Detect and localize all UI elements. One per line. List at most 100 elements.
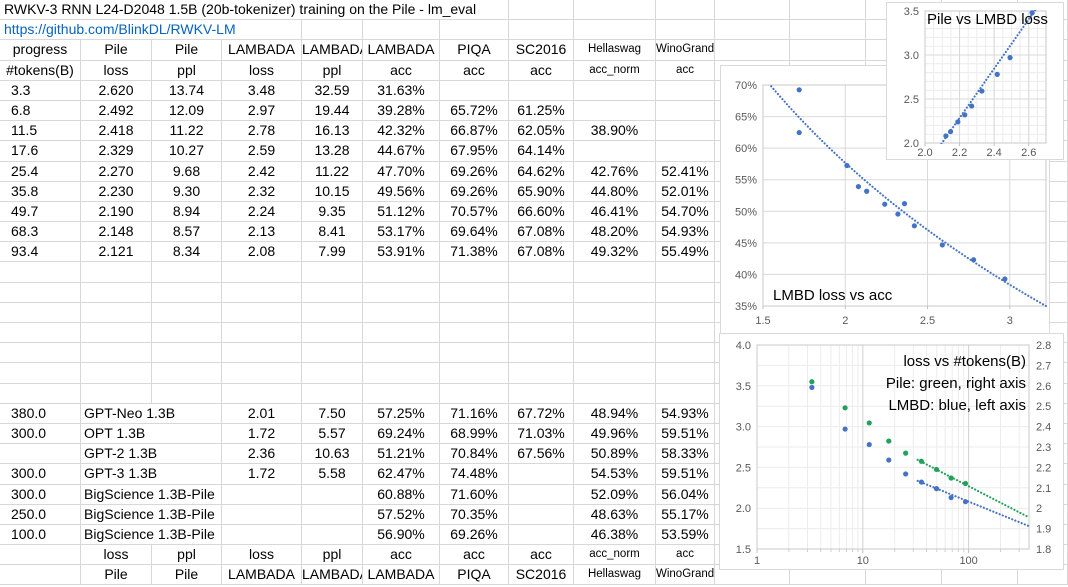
cell-metric[interactable]: 54.53% [574,464,656,484]
cell[interactable] [0,323,81,343]
cell-metric[interactable]: 9.35 [302,202,363,222]
column-footer[interactable]: Pile [81,565,152,585]
cell[interactable] [302,363,363,383]
cell-metric[interactable]: 42.32% [363,121,440,141]
cell-model-name[interactable]: GPT-Neo 1.3B [81,404,222,424]
column-footer[interactable]: loss [81,545,152,565]
cell[interactable] [81,303,152,323]
cell-metric[interactable]: 69.24% [363,424,440,444]
column-footer[interactable] [0,565,81,585]
cell-metric[interactable]: 11.22 [302,162,363,182]
column-footer[interactable]: SC2016 [509,565,574,585]
github-link[interactable]: https://github.com/BlinkDL/RWKV-LM [0,20,302,40]
cell[interactable] [656,303,715,323]
cell-metric[interactable]: 46.41% [574,202,656,222]
cell[interactable] [509,0,574,20]
cell[interactable] [363,343,440,363]
cell-metric[interactable]: 69.26% [440,182,509,202]
cell-metric[interactable]: 69.26% [440,525,509,545]
cell[interactable] [574,262,656,282]
cell-metric[interactable]: 2.01 [222,404,302,424]
cell[interactable] [509,283,574,303]
cell-metric[interactable]: 67.08% [509,242,574,262]
cell-metric[interactable] [440,81,509,101]
cell-metric[interactable]: 3.48 [222,81,302,101]
column-footer[interactable]: acc [363,545,440,565]
cell-progress[interactable]: 49.7 [0,202,81,222]
cell-metric[interactable]: 7.50 [302,404,363,424]
cell-metric[interactable] [656,121,715,141]
cell[interactable] [302,283,363,303]
cell[interactable] [0,303,81,323]
cell[interactable] [363,283,440,303]
column-footer[interactable] [0,545,81,565]
cell[interactable] [440,303,509,323]
cell[interactable] [302,303,363,323]
column-header[interactable]: acc [440,61,509,81]
cell-metric[interactable]: 71.60% [440,485,509,505]
cell-metric[interactable] [509,525,574,545]
column-footer[interactable]: LAMBADA [302,565,363,585]
cell-metric[interactable]: 2.230 [81,182,152,202]
cell-metric[interactable]: 9.68 [152,162,222,182]
cell-metric[interactable]: 57.25% [363,404,440,424]
cell[interactable] [0,363,81,383]
cell-metric[interactable]: 51.12% [363,202,440,222]
cell-metric[interactable]: 71.16% [440,404,509,424]
cell-metric[interactable]: 12.09 [152,101,222,121]
cell[interactable] [574,384,656,404]
cell[interactable] [302,323,363,343]
cell-metric[interactable]: 2.59 [222,141,302,161]
cell[interactable] [81,384,152,404]
cell-metric[interactable]: 8.94 [152,202,222,222]
cell[interactable] [440,20,509,40]
cell-metric[interactable] [222,505,302,525]
cell-progress[interactable]: 93.4 [0,242,81,262]
cell-metric[interactable]: 11.22 [152,121,222,141]
cell-metric[interactable] [302,485,363,505]
cell-metric[interactable]: 62.47% [363,464,440,484]
cell-metric[interactable] [574,101,656,121]
cell-metric[interactable]: 2.13 [222,222,302,242]
cell-metric[interactable]: 70.84% [440,444,509,464]
cell-metric[interactable]: 39.28% [363,101,440,121]
column-header[interactable]: #tokens(B) [0,61,81,81]
cell[interactable] [363,363,440,383]
cell[interactable] [152,384,222,404]
cell-metric[interactable]: 53.59% [656,525,715,545]
column-footer[interactable]: acc [440,545,509,565]
cell-metric[interactable]: 62.05% [509,121,574,141]
cell-metric[interactable]: 49.32% [574,242,656,262]
cell-metric[interactable]: 2.270 [81,162,152,182]
cell-metric[interactable]: 19.44 [302,101,363,121]
cell-metric[interactable]: 69.64% [440,222,509,242]
cell-metric[interactable]: 59.51% [656,464,715,484]
cell[interactable] [0,283,81,303]
cell-metric[interactable]: 8.34 [152,242,222,262]
cell-metric[interactable]: 55.49% [656,242,715,262]
cell-model-name[interactable]: OPT 1.3B [81,424,222,444]
cell[interactable] [440,262,509,282]
cell-progress[interactable] [0,444,81,464]
cell[interactable] [440,343,509,363]
cell-metric[interactable] [222,525,302,545]
cell[interactable] [440,323,509,343]
cell-metric[interactable]: 56.90% [363,525,440,545]
column-footer[interactable]: WinoGrande [656,565,715,585]
cell-metric[interactable]: 49.96% [574,424,656,444]
cell[interactable] [81,343,152,363]
cell[interactable] [656,343,715,363]
cell-metric[interactable]: 5.57 [302,424,363,444]
cell[interactable] [509,323,574,343]
cell[interactable] [656,384,715,404]
cell-metric[interactable]: 5.58 [302,464,363,484]
cell-metric[interactable]: 9.30 [152,182,222,202]
cell[interactable] [509,303,574,323]
cell[interactable] [222,262,302,282]
cell-metric[interactable]: 71.38% [440,242,509,262]
cell-metric[interactable]: 55.17% [656,505,715,525]
cell-metric[interactable]: 13.74 [152,81,222,101]
cell-metric[interactable] [509,464,574,484]
column-header[interactable]: Pile [81,40,152,60]
cell[interactable] [0,384,81,404]
